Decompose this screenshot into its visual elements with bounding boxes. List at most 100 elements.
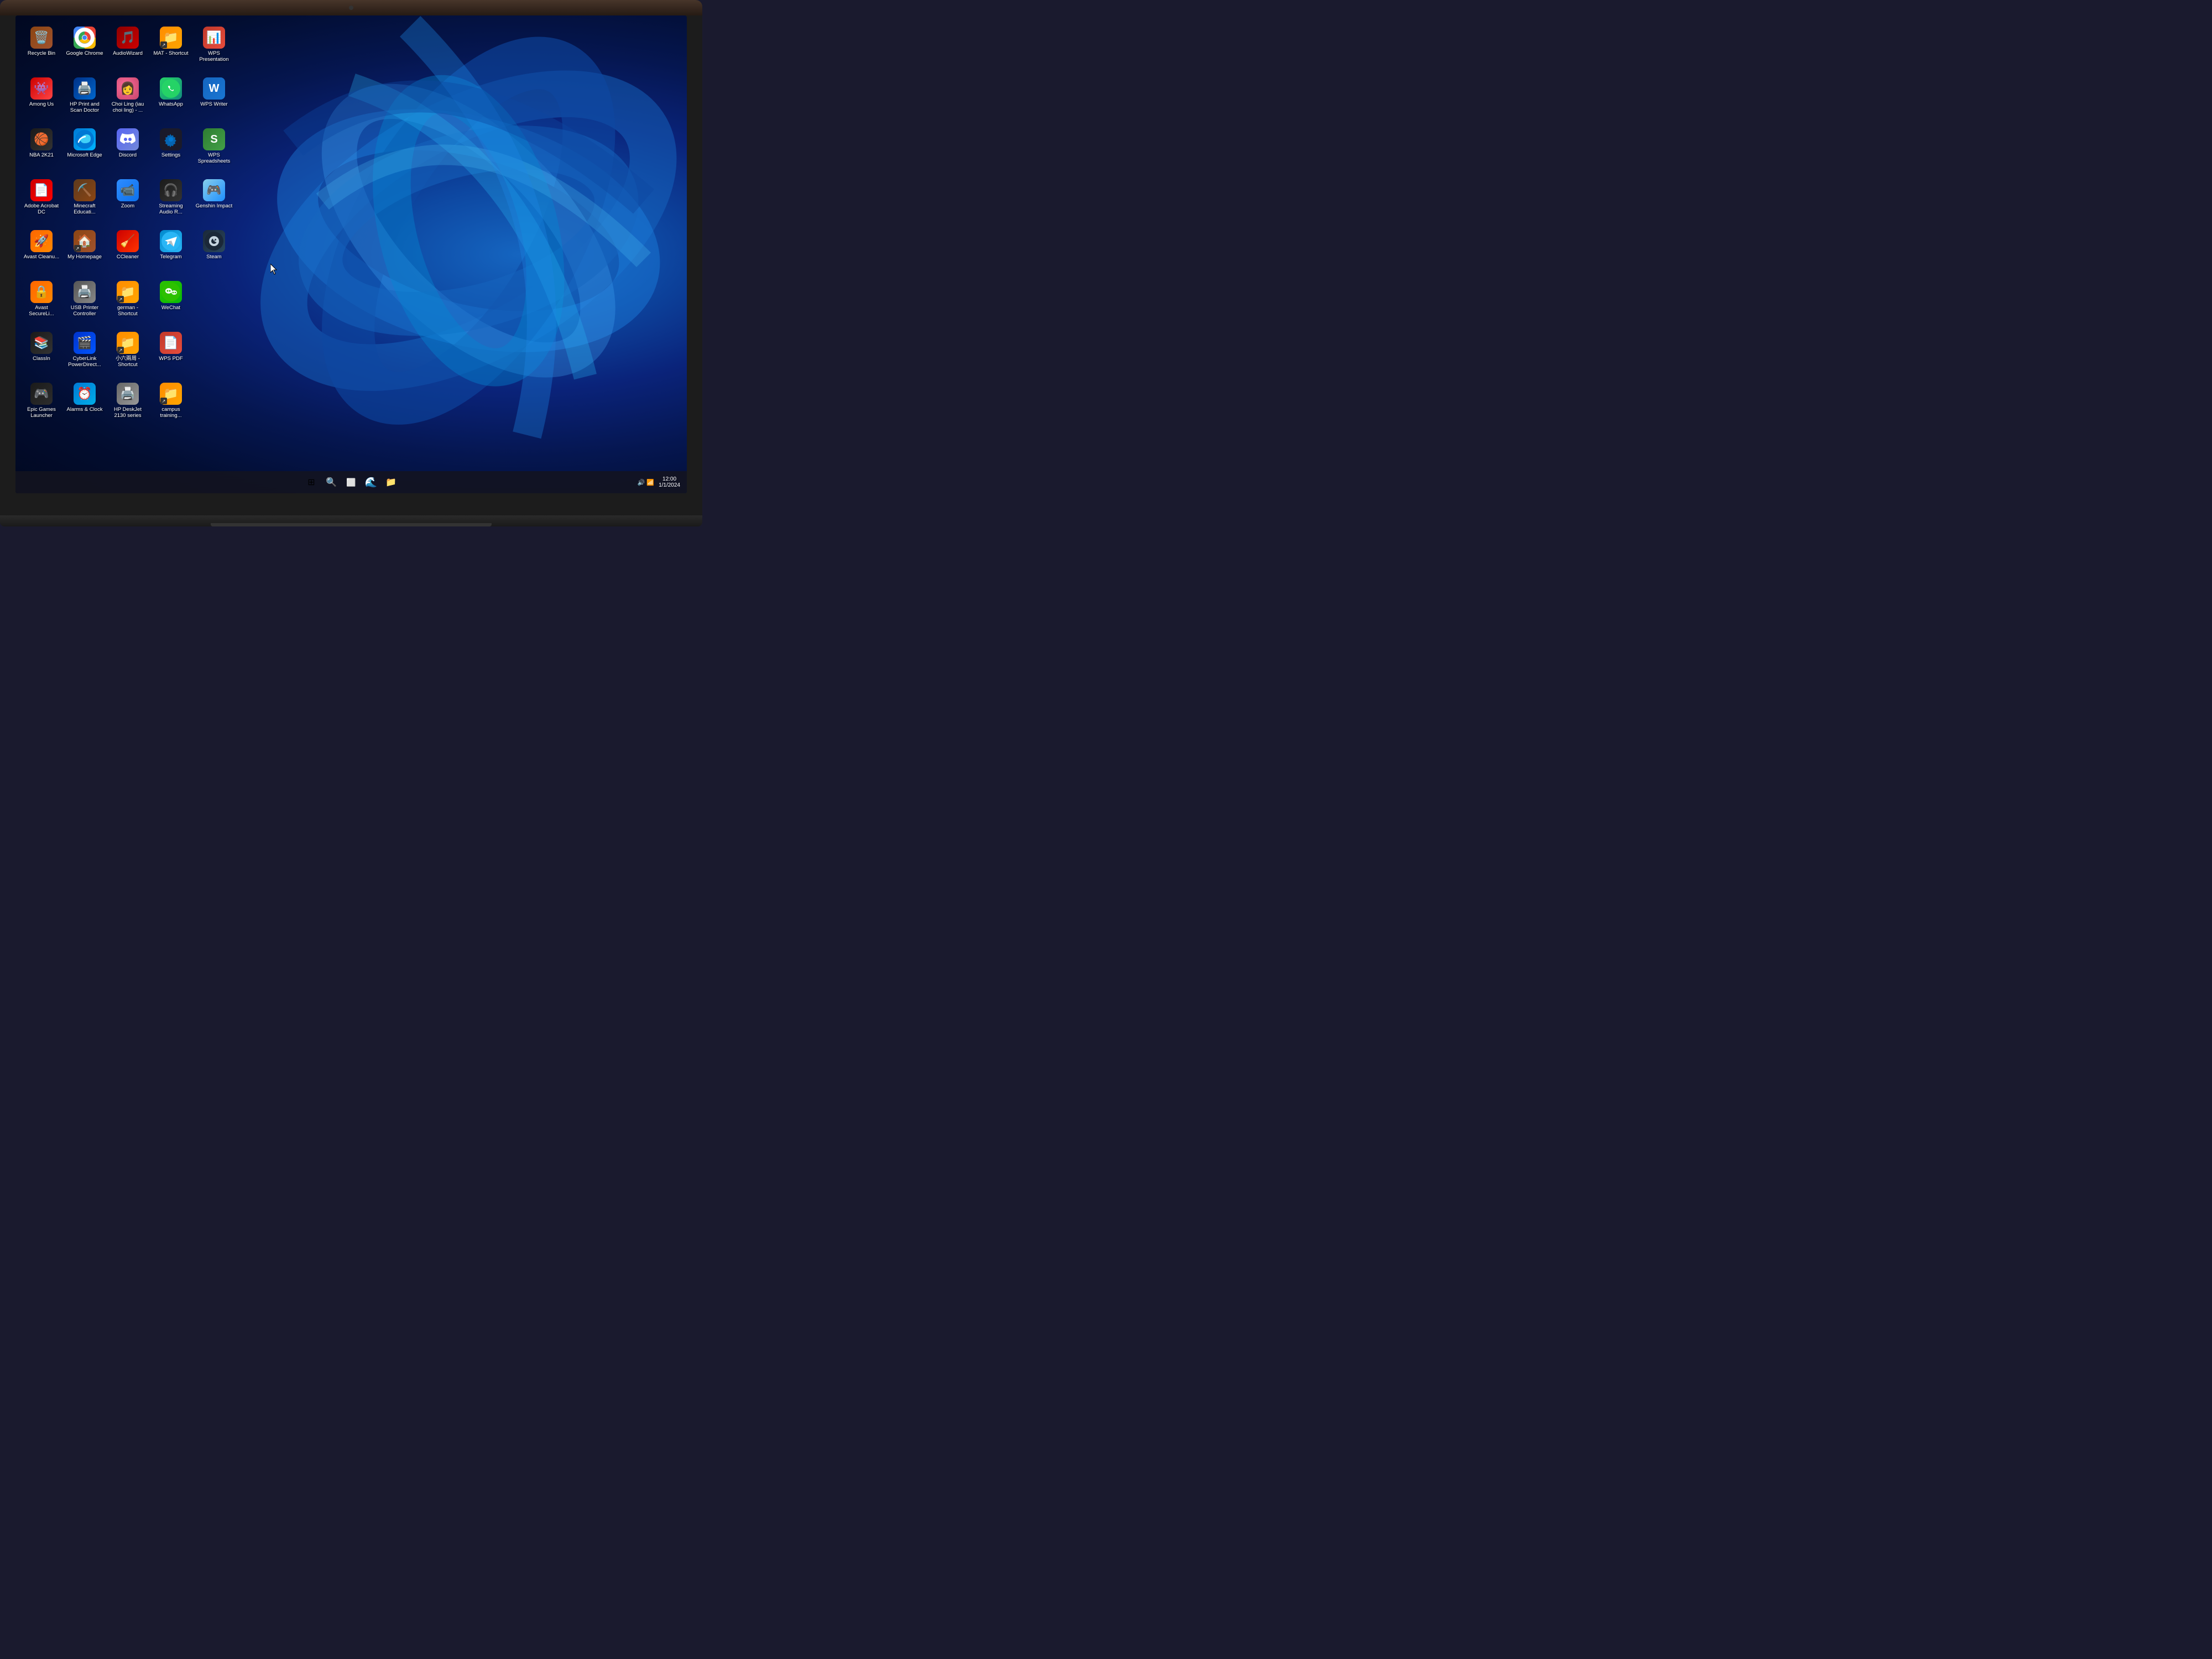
- icon-label-streaming-audio: Streaming Audio R...: [152, 203, 190, 216]
- desktop-icon-xiaoliu-shortcut[interactable]: 📁↗小六兩周 - Shortcut: [108, 330, 148, 379]
- desktop-icon-google-chrome[interactable]: Google Chrome: [65, 24, 105, 74]
- desktop-icon-german-shortcut[interactable]: 📁↗german - Shortcut: [108, 279, 148, 328]
- desktop-icon-telegram[interactable]: Telegram: [151, 228, 191, 278]
- icon-image-whatsapp: [160, 77, 182, 100]
- shortcut-arrow: ↗: [74, 245, 81, 252]
- shortcut-arrow: ↗: [160, 398, 167, 404]
- taskbar-center: ⊞ 🔍 ⬜ 🌊 📁: [302, 473, 400, 491]
- icon-image-wps-pdf: 📄: [160, 332, 182, 354]
- icon-image-telegram: [160, 230, 182, 252]
- taskbar: ⊞ 🔍 ⬜ 🌊 📁 🔊 📶 12:00 1/1/2024: [15, 471, 687, 493]
- desktop-icon-genshin-impact[interactable]: 🎮 Genshin Impact: [194, 177, 234, 227]
- system-icons[interactable]: 🔊 📶: [638, 479, 654, 486]
- icon-image-wps-spreadsheets: S: [203, 128, 225, 150]
- icon-label-my-homepage: My Homepage: [67, 254, 102, 260]
- icon-label-hp-deskjet: HP DeskJet 2130 series: [109, 406, 147, 419]
- desktop-icon-discord[interactable]: Discord: [108, 126, 148, 176]
- desktop-icon-classin[interactable]: 📚ClassIn: [22, 330, 61, 379]
- search-button[interactable]: 🔍: [322, 473, 340, 491]
- icon-label-whatsapp: WhatsApp: [159, 101, 183, 107]
- desktop-icon-cyberlink[interactable]: 🎬CyberLink PowerDirect...: [65, 330, 105, 379]
- desktop-icon-wps-presentation[interactable]: 📊WPS Presentation: [194, 24, 234, 74]
- desktop-icon-my-homepage[interactable]: 🏠↗My Homepage: [65, 228, 105, 278]
- icon-image-german-shortcut: 📁↗: [117, 281, 139, 303]
- desktop-icon-avast-secureline[interactable]: 🔒 Avast SecureLi...: [22, 279, 61, 328]
- desktop-icon-alarms-clock[interactable]: ⏰Alarms & Clock: [65, 380, 105, 430]
- icon-image-ccleaner: 🧹: [117, 230, 139, 252]
- desktop-icon-streaming-audio[interactable]: 🎧Streaming Audio R...: [151, 177, 191, 227]
- icon-label-wechat: WeChat: [161, 305, 180, 311]
- icon-label-avast-cleanup: Avast Cleanu...: [24, 254, 59, 260]
- clock[interactable]: 12:00 1/1/2024: [659, 476, 680, 488]
- desktop-icon-adobe-acrobat[interactable]: 📄 Adobe Acrobat DC: [22, 177, 61, 227]
- icon-label-discord: Discord: [119, 152, 137, 158]
- icon-label-wps-presentation: WPS Presentation: [195, 50, 233, 63]
- start-button[interactable]: ⊞: [302, 473, 320, 491]
- icon-label-zoom: Zoom: [121, 203, 134, 209]
- icon-image-alarms-clock: ⏰: [74, 383, 96, 405]
- date-display: 1/1/2024: [659, 482, 680, 488]
- desktop-icon-microsoft-edge[interactable]: Microsoft Edge: [65, 126, 105, 176]
- desktop-icon-audiowizard[interactable]: 🎵AudioWizard: [108, 24, 148, 74]
- icon-image-avast-cleanup: 🚀: [30, 230, 53, 252]
- time-display: 12:00: [659, 476, 680, 482]
- desktop-icon-mat-shortcut[interactable]: 📁↗MAT - Shortcut: [151, 24, 191, 74]
- desktop-icon-nba-2k21[interactable]: 🏀 NBA 2K21: [22, 126, 61, 176]
- icon-label-recycle-bin: Recycle Bin: [28, 50, 55, 56]
- icon-image-xiaoliu-shortcut: 📁↗: [117, 332, 139, 354]
- desktop-icon-wps-writer[interactable]: WWPS Writer: [194, 75, 234, 125]
- desktop-icon-whatsapp[interactable]: WhatsApp: [151, 75, 191, 125]
- icon-image-adobe-acrobat: 📄: [30, 179, 53, 201]
- icon-label-wps-pdf: WPS PDF: [159, 356, 182, 362]
- desktop-icon-avast-cleanup[interactable]: 🚀 Avast Cleanu...: [22, 228, 61, 278]
- icon-label-classin: ClassIn: [33, 356, 50, 362]
- icon-label-mat-shortcut: MAT - Shortcut: [154, 50, 189, 56]
- icon-image-mat-shortcut: 📁↗: [160, 27, 182, 49]
- desktop-icon-zoom[interactable]: 📹Zoom: [108, 177, 148, 227]
- bottom-bezel: [0, 515, 702, 526]
- icon-image-discord: [117, 128, 139, 150]
- icon-image-wechat: [160, 281, 182, 303]
- wallpaper-ribbon: [217, 15, 687, 493]
- taskbar-edge[interactable]: 🌊: [362, 473, 380, 491]
- desktop-icon-among-us[interactable]: 👾Among Us: [22, 75, 61, 125]
- desktop-icon-usb-printer[interactable]: 🖨️USB Printer Controller: [65, 279, 105, 328]
- icon-image-genshin-impact: 🎮: [203, 179, 225, 201]
- icon-label-nba-2k21: NBA 2K21: [29, 152, 54, 158]
- icon-image-avast-secureline: 🔒: [30, 281, 53, 303]
- desktop-icon-wps-spreadsheets[interactable]: S WPS Spreadsheets: [194, 126, 234, 176]
- icon-image-minecraft: ⛏️: [74, 179, 96, 201]
- desktop-icon-epic-games[interactable]: 🎮Epic Games Launcher: [22, 380, 61, 430]
- icon-label-campus-training: campus training...: [152, 406, 190, 419]
- taskbar-explorer[interactable]: 📁: [382, 473, 400, 491]
- taskbar-right: 🔊 📶 12:00 1/1/2024: [638, 476, 680, 488]
- icon-image-hp-print-scan: 🖨️: [74, 77, 96, 100]
- desktop-icon-settings[interactable]: Settings: [151, 126, 191, 176]
- icon-label-adobe-acrobat: Adobe Acrobat DC: [23, 203, 60, 216]
- icon-image-epic-games: 🎮: [30, 383, 53, 405]
- desktop-icon-ccleaner[interactable]: 🧹CCleaner: [108, 228, 148, 278]
- desktop-icon-wps-pdf[interactable]: 📄 WPS PDF: [151, 330, 191, 379]
- icon-label-wps-spreadsheets: WPS Spreadsheets: [195, 152, 233, 165]
- desktop-icon-recycle-bin[interactable]: 🗑️Recycle Bin: [22, 24, 61, 74]
- desktop-icon-minecraft[interactable]: ⛏️Minecraft Educati...: [65, 177, 105, 227]
- icon-label-choi-ling: Choi Ling (iau choi ling) - ...: [109, 101, 147, 114]
- icon-label-wps-writer: WPS Writer: [200, 101, 227, 107]
- icon-label-genshin-impact: Genshin Impact: [196, 203, 233, 209]
- task-view-button[interactable]: ⬜: [342, 473, 360, 491]
- desktop-icon-choi-ling[interactable]: 👩Choi Ling (iau choi ling) - ...: [108, 75, 148, 125]
- icon-image-steam: [203, 230, 225, 252]
- icon-label-among-us: Among Us: [29, 101, 54, 107]
- desktop-icon-campus-training[interactable]: 📁↗campus training...: [151, 380, 191, 430]
- icon-image-nba-2k21: 🏀: [30, 128, 53, 150]
- shortcut-arrow: ↗: [117, 296, 124, 302]
- icon-image-choi-ling: 👩: [117, 77, 139, 100]
- desktop-icon-hp-print-scan[interactable]: 🖨️HP Print and Scan Doctor: [65, 75, 105, 125]
- desktop-icon-steam[interactable]: Steam: [194, 228, 234, 278]
- icon-label-telegram: Telegram: [160, 254, 181, 260]
- icon-label-settings: Settings: [161, 152, 180, 158]
- desktop-icon-wechat[interactable]: WeChat: [151, 279, 191, 328]
- icon-label-avast-secureline: Avast SecureLi...: [23, 305, 60, 317]
- icon-image-audiowizard: 🎵: [117, 27, 139, 49]
- desktop-icon-hp-deskjet[interactable]: 🖨️HP DeskJet 2130 series: [108, 380, 148, 430]
